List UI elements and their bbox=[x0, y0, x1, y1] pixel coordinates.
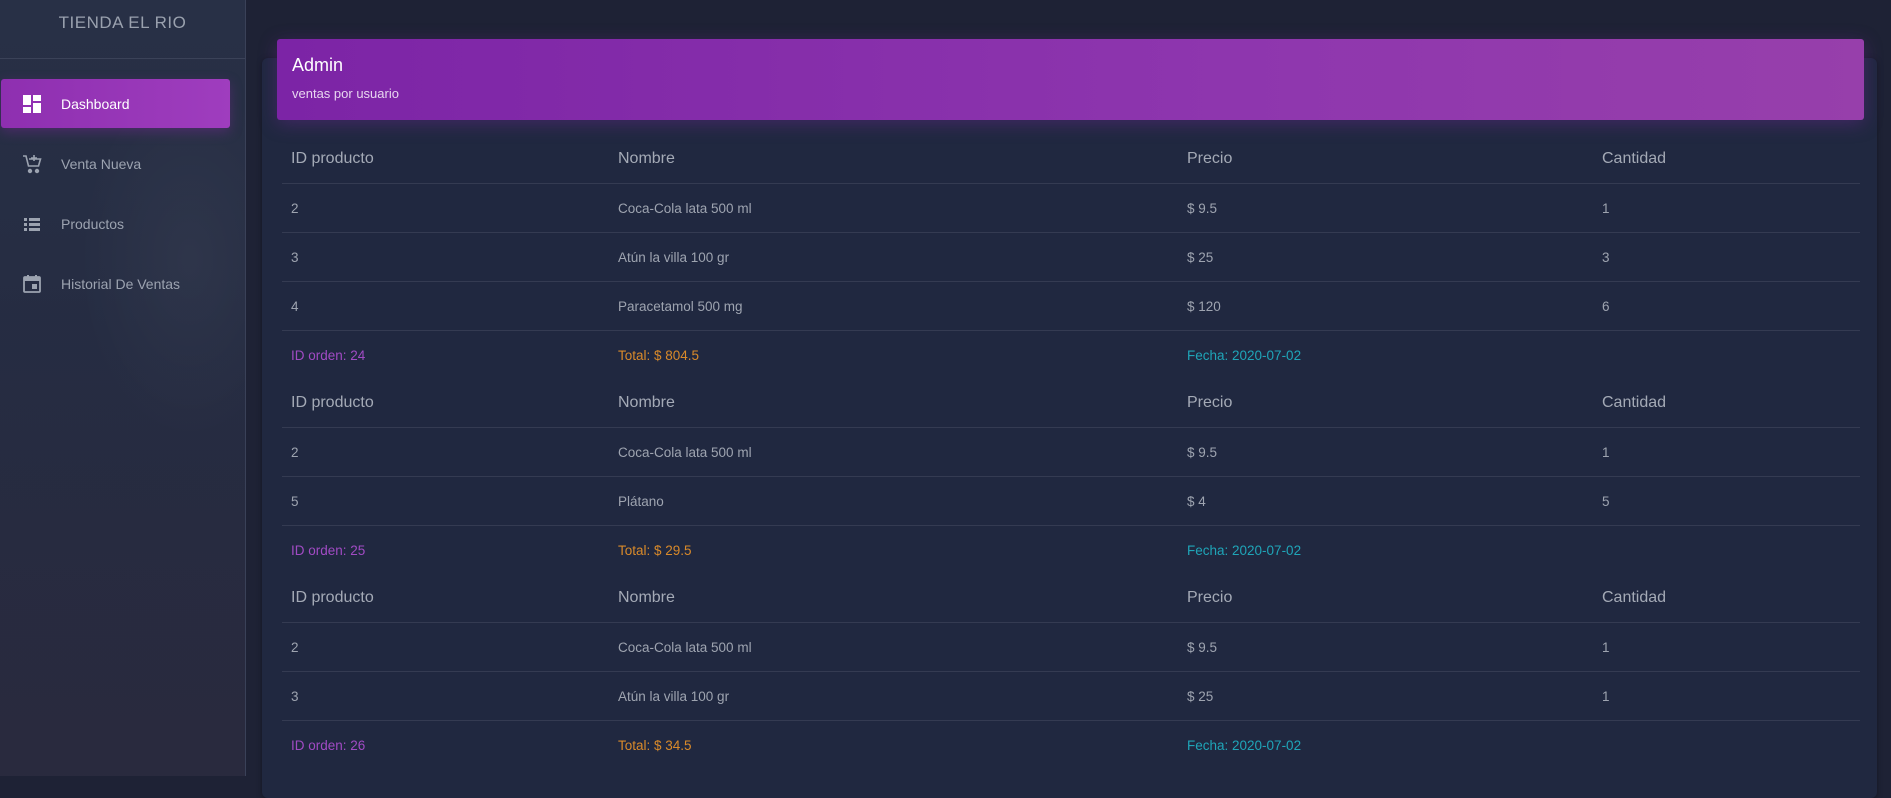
sidebar: TIENDA EL RIO Dashboard Venta Nueva Prod… bbox=[0, 0, 246, 776]
add-cart-icon bbox=[22, 154, 42, 174]
sidebar-nav: Dashboard Venta Nueva Productos Historia… bbox=[0, 79, 245, 308]
order-date: Fecha: 2020-07-02 bbox=[1187, 737, 1302, 753]
cell-name: Coca-Cola lata 500 ml bbox=[618, 200, 752, 216]
order-total: Total: $ 34.5 bbox=[618, 737, 692, 753]
order-total: Total: $ 804.5 bbox=[618, 347, 700, 363]
col-header-name: Nombre bbox=[618, 150, 675, 167]
order-date: Fecha: 2020-07-02 bbox=[1187, 542, 1302, 558]
calendar-icon bbox=[22, 274, 42, 294]
col-header-price: Precio bbox=[1187, 589, 1233, 606]
table-row: 2 Coca-Cola lata 500 ml $ 9.5 1 bbox=[282, 428, 1860, 477]
cell-price: $ 4 bbox=[1187, 493, 1206, 509]
brand-logo[interactable]: TIENDA EL RIO bbox=[0, 0, 245, 59]
card-subtitle: ventas por usuario bbox=[292, 86, 399, 101]
cell-name: Plátano bbox=[618, 493, 664, 509]
cell-id: 3 bbox=[291, 688, 299, 704]
cell-qty: 1 bbox=[1602, 688, 1610, 704]
sales-table: ID producto Nombre Precio Cantidad 2 Coc… bbox=[282, 135, 1860, 769]
col-header-id: ID producto bbox=[291, 589, 374, 606]
cell-qty: 1 bbox=[1602, 200, 1610, 216]
cell-id: 5 bbox=[291, 493, 299, 509]
list-icon bbox=[22, 214, 42, 234]
table-row: 3 Atún la villa 100 gr $ 25 3 bbox=[282, 233, 1860, 282]
cell-price: $ 9.5 bbox=[1187, 639, 1218, 655]
order-summary-row: ID orden: 24 Total: $ 804.5 Fecha: 2020-… bbox=[282, 331, 1860, 379]
col-header-id: ID producto bbox=[291, 394, 374, 411]
cell-id: 2 bbox=[291, 444, 299, 460]
cell-name: Coca-Cola lata 500 ml bbox=[618, 639, 752, 655]
sidebar-item-dashboard[interactable]: Dashboard bbox=[1, 79, 230, 128]
sidebar-item-label: Productos bbox=[61, 215, 125, 232]
sidebar-item-venta-nueva[interactable]: Venta Nueva bbox=[1, 139, 230, 188]
table-header-row: ID producto Nombre Precio Cantidad bbox=[282, 379, 1860, 428]
cell-id: 2 bbox=[291, 200, 299, 216]
order-id: ID orden: 25 bbox=[291, 542, 366, 558]
cell-qty: 3 bbox=[1602, 249, 1610, 265]
col-header-qty: Cantidad bbox=[1602, 150, 1667, 167]
table-row: 3 Atún la villa 100 gr $ 25 1 bbox=[282, 672, 1860, 721]
cell-price: $ 9.5 bbox=[1187, 200, 1218, 216]
cell-id: 2 bbox=[291, 639, 299, 655]
table-row: 2 Coca-Cola lata 500 ml $ 9.5 1 bbox=[282, 623, 1860, 672]
col-header-qty: Cantidad bbox=[1602, 394, 1667, 411]
sidebar-item-label: Venta Nueva bbox=[61, 155, 142, 172]
col-header-id: ID producto bbox=[291, 150, 374, 167]
order-id: ID orden: 24 bbox=[291, 347, 366, 363]
sidebar-item-label: Historial De Ventas bbox=[61, 275, 181, 292]
cell-name: Atún la villa 100 gr bbox=[618, 688, 730, 704]
sidebar-item-label: Dashboard bbox=[61, 95, 130, 112]
cell-name: Coca-Cola lata 500 ml bbox=[618, 444, 752, 460]
cell-price: $ 25 bbox=[1187, 249, 1214, 265]
col-header-name: Nombre bbox=[618, 394, 675, 411]
cell-qty: 6 bbox=[1602, 298, 1610, 314]
col-header-qty: Cantidad bbox=[1602, 589, 1667, 606]
order-id: ID orden: 26 bbox=[291, 737, 366, 753]
order-summary-row: ID orden: 26 Total: $ 34.5 Fecha: 2020-0… bbox=[282, 721, 1860, 769]
cell-name: Paracetamol 500 mg bbox=[618, 298, 743, 314]
cell-qty: 1 bbox=[1602, 639, 1610, 655]
order-date: Fecha: 2020-07-02 bbox=[1187, 347, 1302, 363]
table-header-row: ID producto Nombre Precio Cantidad bbox=[282, 135, 1860, 184]
table-row: 2 Coca-Cola lata 500 ml $ 9.5 1 bbox=[282, 184, 1860, 233]
cell-qty: 5 bbox=[1602, 493, 1610, 509]
col-header-price: Precio bbox=[1187, 150, 1233, 167]
cell-price: $ 9.5 bbox=[1187, 444, 1218, 460]
sidebar-item-productos[interactable]: Productos bbox=[1, 199, 230, 248]
cell-name: Atún la villa 100 gr bbox=[618, 249, 730, 265]
col-header-price: Precio bbox=[1187, 394, 1233, 411]
col-header-name: Nombre bbox=[618, 589, 675, 606]
cell-price: $ 120 bbox=[1187, 298, 1221, 314]
table-row: 5 Plátano $ 4 5 bbox=[282, 477, 1860, 526]
card-title: Admin bbox=[292, 55, 344, 75]
table-row: 4 Paracetamol 500 mg $ 120 6 bbox=[282, 282, 1860, 331]
cell-qty: 1 bbox=[1602, 444, 1610, 460]
top-navbar bbox=[247, 0, 1891, 40]
card-header: Admin ventas por usuario bbox=[277, 39, 1864, 120]
cell-id: 4 bbox=[291, 298, 299, 314]
dashboard-icon bbox=[22, 94, 42, 114]
order-total: Total: $ 29.5 bbox=[618, 542, 692, 558]
cell-id: 3 bbox=[291, 249, 299, 265]
order-summary-row: ID orden: 25 Total: $ 29.5 Fecha: 2020-0… bbox=[282, 526, 1860, 574]
cell-price: $ 25 bbox=[1187, 688, 1214, 704]
table-header-row: ID producto Nombre Precio Cantidad bbox=[282, 574, 1860, 623]
sidebar-item-historial[interactable]: Historial De Ventas bbox=[1, 259, 230, 308]
